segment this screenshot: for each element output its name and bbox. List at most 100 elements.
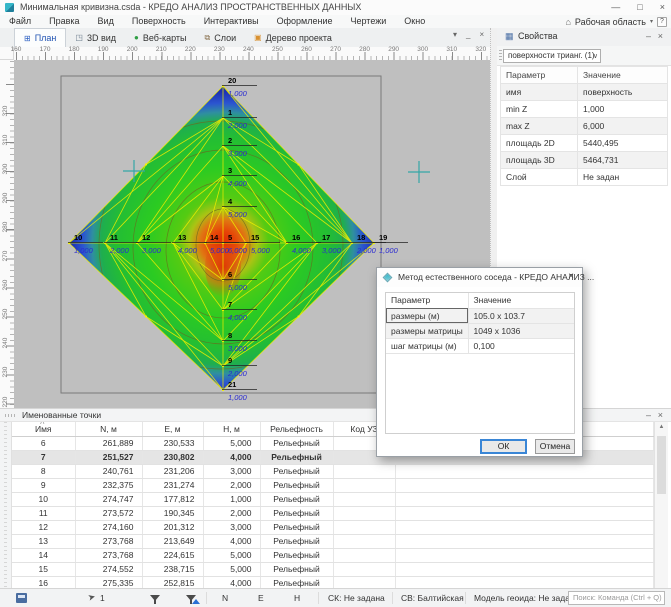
dialog-cell[interactable]: размеры матрицы (386, 323, 468, 338)
table-cell (333, 506, 395, 520)
table-cell: 14 (12, 548, 75, 562)
menu-item-6[interactable]: Чертежи (342, 15, 396, 28)
tab-План[interactable]: ⊞План (14, 28, 66, 47)
tab-Слои[interactable]: ⧉Слои (196, 28, 246, 47)
properties-row[interactable]: min Z1,000 (501, 101, 668, 118)
command-search-input[interactable]: Поиск: Команда (Ctrl + Q) (568, 591, 665, 605)
dialog-cell[interactable]: размеры (м) (386, 308, 468, 323)
hruler-label: 170 (33, 46, 57, 53)
tab-menu-arrow-icon[interactable]: ▾ (453, 30, 457, 39)
table-cell: 13 (12, 534, 75, 548)
table-cell: 261,889 (75, 436, 142, 450)
dialog-cell[interactable]: 105.0 x 103.7 (468, 308, 574, 323)
table-cell: Рельефный (260, 492, 333, 506)
points-column-header[interactable]: N, м (75, 422, 142, 436)
dialog-row[interactable]: шаг матрицы (м)0,100 (386, 338, 574, 353)
named-points-close-button[interactable]: × (658, 410, 663, 420)
dialog-cell[interactable]: 1049 x 1036 (468, 323, 574, 338)
menu-item-4[interactable]: Интерактивы (195, 15, 268, 28)
named-points-minimize-button[interactable]: – (646, 410, 651, 420)
vruler-label: 320 (2, 96, 10, 126)
table-row[interactable]: 11273,572190,3452,000Рельефный (12, 506, 654, 520)
geoid-model-status[interactable]: Модель геоида: Не задана (474, 593, 579, 603)
table-cell: 4,000 (203, 534, 260, 548)
table-cell: Рельефный (260, 562, 333, 576)
cancel-button[interactable]: Отмена (535, 439, 575, 454)
table-cell: 274,552 (75, 562, 142, 576)
properties-row[interactable]: площадь 3D5464,731 (501, 152, 668, 169)
dialog-cell[interactable]: 0,100 (468, 338, 574, 353)
toolbar-grip (499, 50, 502, 62)
report-icon[interactable] (16, 593, 27, 603)
svg-text:16: 16 (292, 233, 300, 242)
properties-row[interactable]: max Z6,000 (501, 118, 668, 135)
hruler-label: 270 (324, 46, 348, 53)
scroll-up-icon[interactable]: ▲ (655, 422, 668, 430)
properties-cell: 5464,731 (578, 152, 668, 169)
dialog-row[interactable]: размеры матрицы1049 x 1036 (386, 323, 574, 338)
vruler-label: 230 (2, 357, 10, 387)
points-column-header[interactable]: H, м (203, 422, 260, 436)
tab-minimize-button[interactable]: _ (466, 30, 470, 39)
height-system-status[interactable]: СВ: Балтийская (401, 593, 464, 603)
table-row[interactable]: 8240,761231,2063,000Рельефный (12, 464, 654, 478)
points-column-header[interactable]: Рельефность (260, 422, 333, 436)
dialog-cell[interactable]: шаг матрицы (м) (386, 338, 468, 353)
tab-Веб-карты[interactable]: ●Веб-карты (125, 28, 195, 47)
table-row[interactable]: 10274,747177,8121,000Рельефный (12, 492, 654, 506)
table-cell: 230,533 (142, 436, 203, 450)
table-cell: 240,761 (75, 464, 142, 478)
ok-button[interactable]: ОК (480, 439, 527, 454)
table-row[interactable]: 14273,768224,6155,000Рельефный (12, 548, 654, 562)
svg-text:11: 11 (110, 233, 118, 242)
svg-text:5,000: 5,000 (210, 246, 230, 255)
object-selector-dropdown[interactable]: поверхности трианг. (1) ∨ (503, 49, 601, 63)
tab-Дерево проекта[interactable]: ▣Дерево проекта (245, 28, 341, 47)
dialog-close-icon[interactable]: × (568, 271, 574, 282)
coordinate-system-status[interactable]: СК: Не задана (328, 593, 385, 603)
svg-text:8: 8 (228, 331, 232, 340)
properties-close-button[interactable]: × (658, 31, 663, 41)
properties-minimize-button[interactable]: – (646, 31, 651, 41)
points-column-header[interactable]: Имяᐱ (12, 422, 75, 436)
table-cell (333, 562, 395, 576)
vruler-label: 280 (2, 212, 10, 242)
tab-label: Слои (214, 33, 236, 43)
table-cell: 7 (12, 450, 75, 464)
table-row[interactable]: 12274,160201,3123,000Рельефный (12, 520, 654, 534)
dialog-column-header: Значение (468, 293, 574, 308)
properties-row[interactable]: имяповерхность (501, 84, 668, 101)
table-cell: 5,000 (203, 562, 260, 576)
table-row[interactable]: 13273,768213,6494,000Рельефный (12, 534, 654, 548)
table-scrollbar[interactable]: ▲ (654, 422, 668, 588)
menu-item-2[interactable]: Вид (89, 15, 123, 28)
panel-grip (5, 414, 17, 417)
properties-row[interactable]: площадь 2D5440,495 (501, 135, 668, 152)
menu-item-3[interactable]: Поверхность (123, 15, 195, 28)
dialog-title-bar[interactable]: Метод естественного соседа - КРЕДО АНАЛИ… (377, 268, 582, 287)
filter-icon[interactable] (150, 595, 160, 601)
table-row[interactable]: 9232,375231,2742,000Рельефный (12, 478, 654, 492)
natural-neighbor-dialog: Метод естественного соседа - КРЕДО АНАЛИ… (376, 267, 583, 457)
minimize-button[interactable]: — (611, 0, 620, 15)
tab-3D вид[interactable]: ◳3D вид (66, 28, 125, 47)
maximize-button[interactable]: □ (637, 0, 642, 15)
close-button[interactable]: × (660, 0, 665, 15)
menu-item-7[interactable]: Окно (395, 15, 434, 28)
menu-item-0[interactable]: Файл (0, 15, 40, 28)
workspace-selector[interactable]: Рабочая область (575, 17, 646, 27)
table-cell: 1,000 (203, 492, 260, 506)
menu-item-5[interactable]: Оформление (268, 15, 342, 28)
workspace-caret-icon: ▾ (650, 18, 653, 25)
menu-item-1[interactable]: Правка (40, 15, 88, 28)
svg-text:19: 19 (379, 233, 387, 242)
help-icon[interactable]: ? (657, 17, 667, 27)
table-row[interactable]: 15274,552238,7155,000Рельефный (12, 562, 654, 576)
properties-cell: 5440,495 (578, 135, 668, 152)
points-column-header[interactable]: E, м (142, 422, 203, 436)
properties-cell: min Z (501, 101, 578, 118)
tab-close-button[interactable]: × (479, 30, 484, 39)
properties-row[interactable]: СлойНе задан (501, 169, 668, 186)
dialog-row[interactable]: размеры (м)105.0 x 103.7 (386, 308, 574, 323)
scrollbar-thumb[interactable] (657, 436, 666, 494)
